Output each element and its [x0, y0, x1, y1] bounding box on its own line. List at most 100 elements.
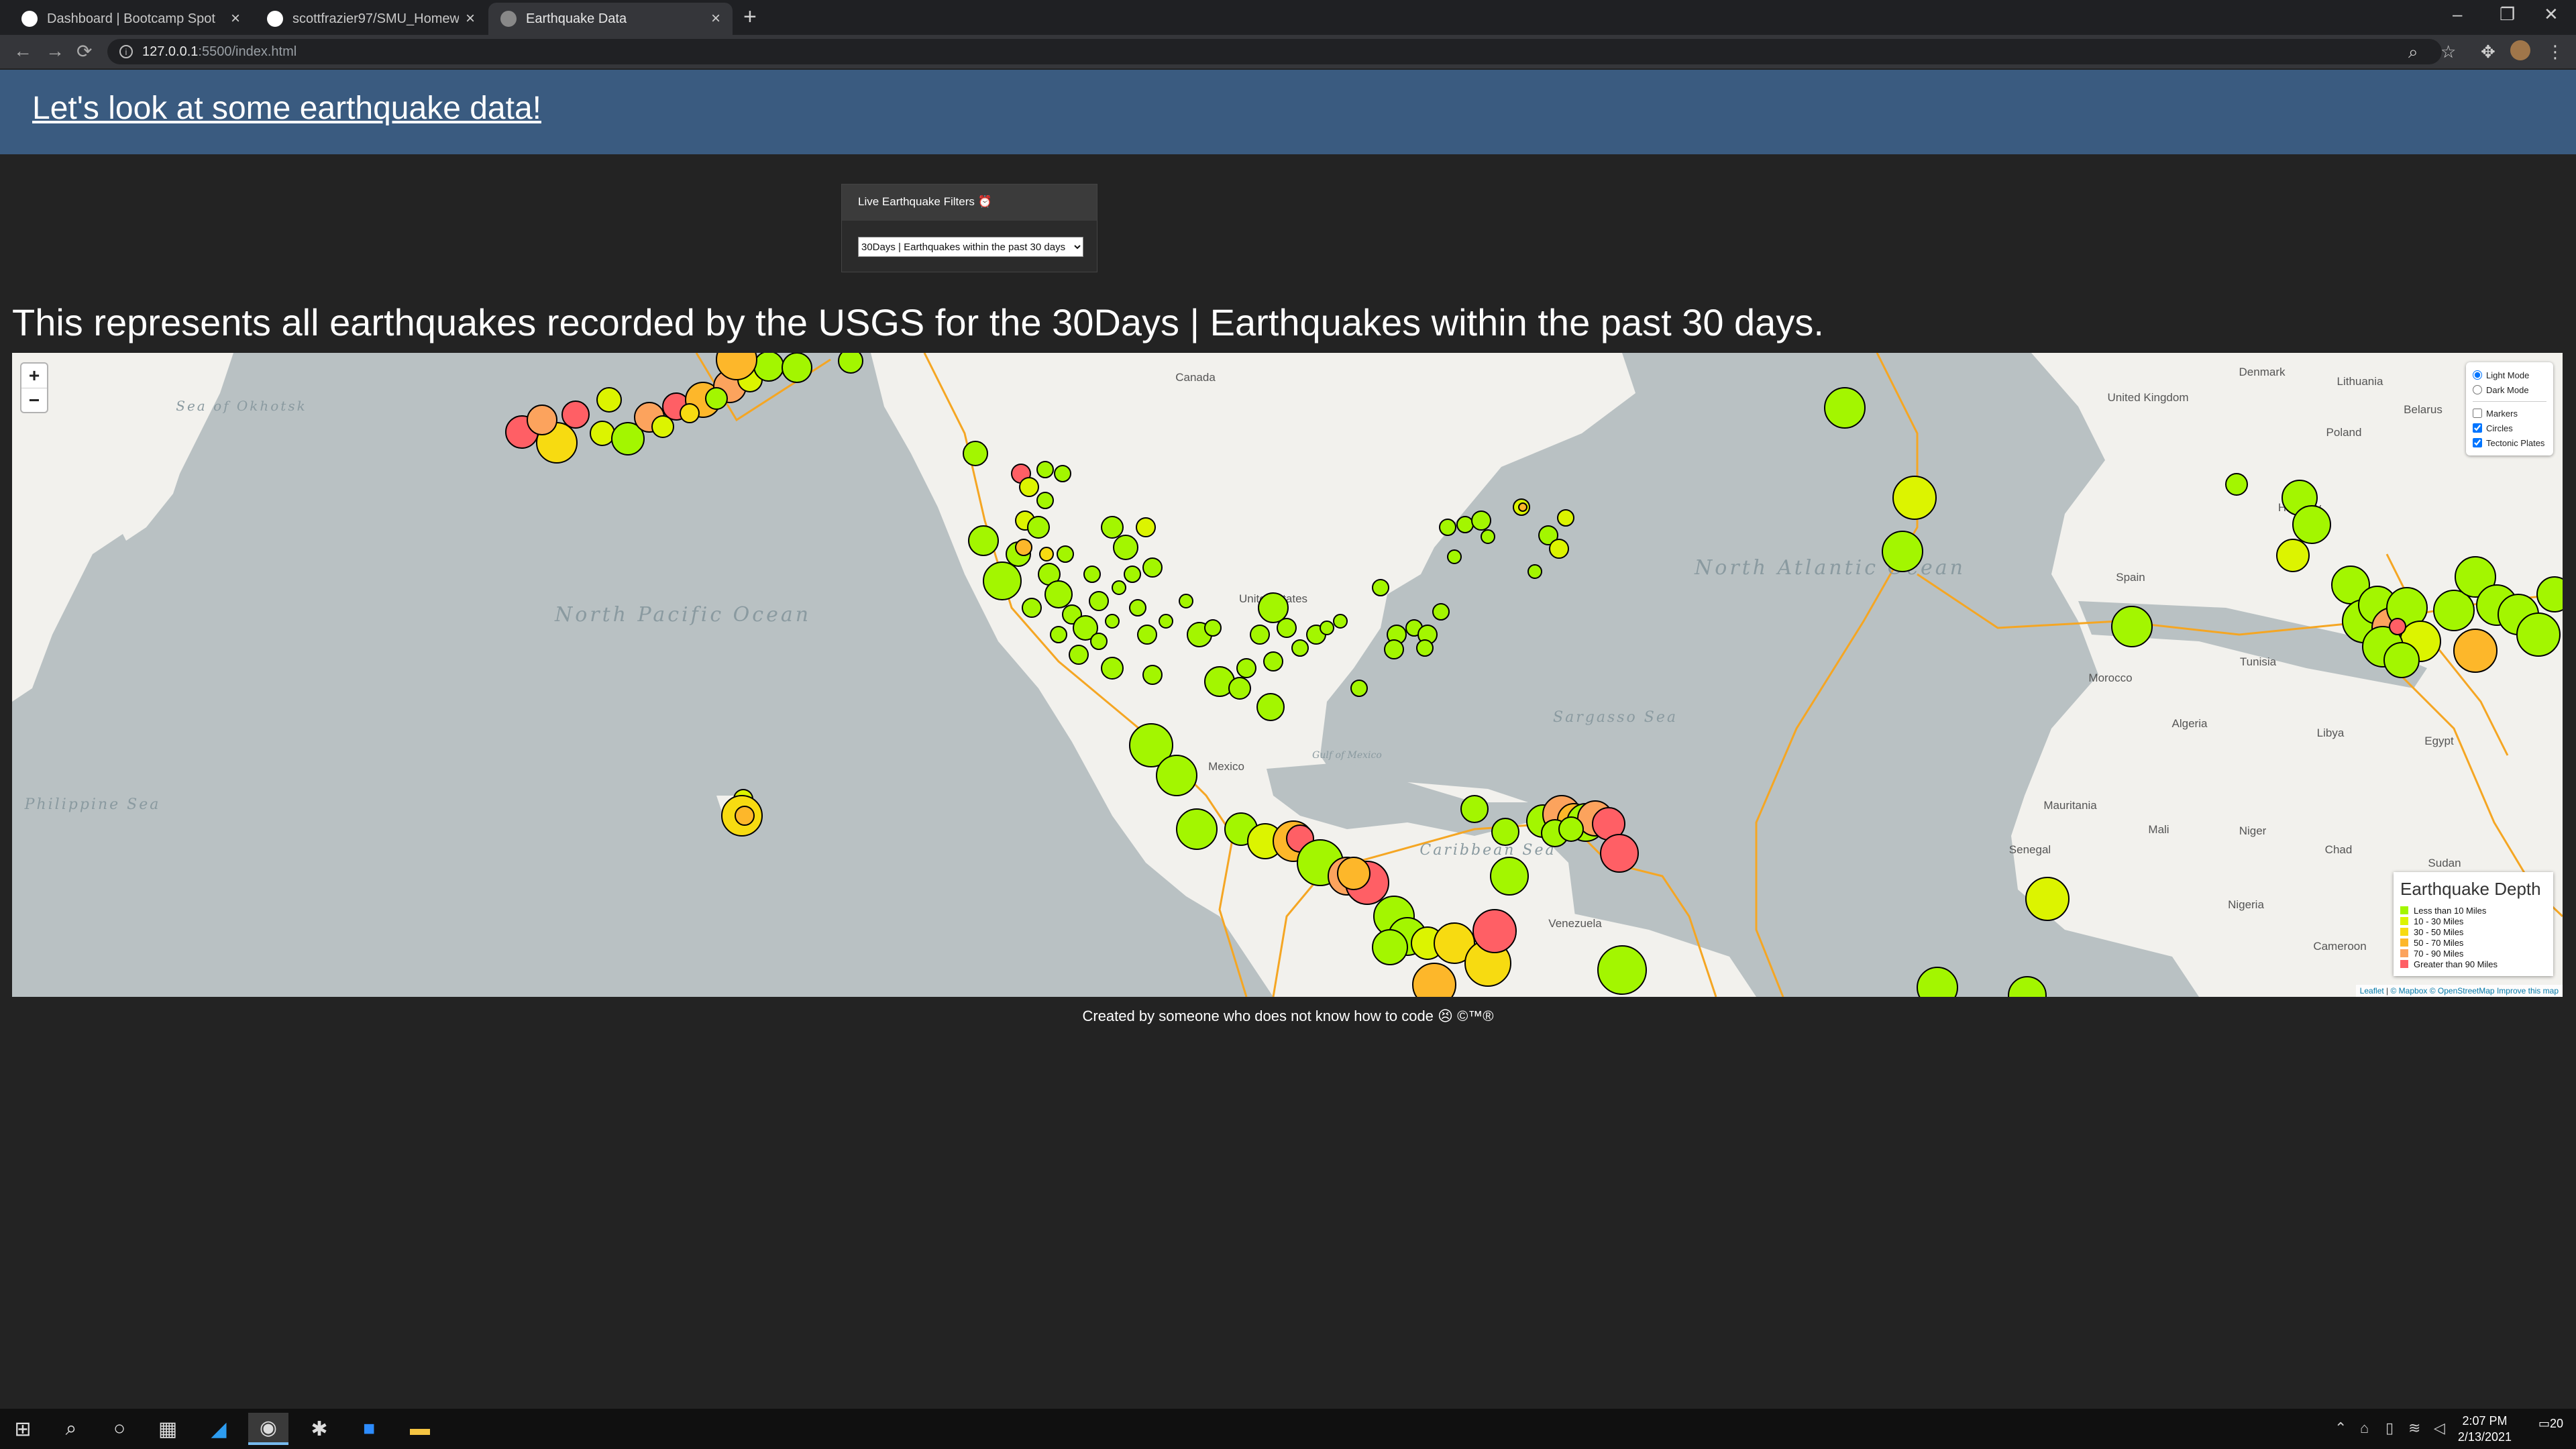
earthquake-circle [1129, 599, 1146, 616]
banner-link[interactable]: Let's look at some earthquake data! [32, 90, 541, 127]
reload-icon[interactable]: ⟳ [76, 40, 92, 62]
earthquake-circle [1142, 665, 1163, 685]
earthquake-circle [2292, 505, 2331, 544]
file-explorer-icon[interactable]: ▬ [400, 1413, 440, 1445]
tectonic-plates-checkbox[interactable] [2473, 438, 2482, 447]
close-icon[interactable]: × [711, 9, 720, 28]
layer-tectonic-plates[interactable]: Tectonic Plates [2473, 435, 2546, 450]
wifi-icon[interactable]: ≋ [2408, 1419, 2420, 1437]
map-label: Sargasso Sea [1553, 709, 1678, 726]
layer-markers[interactable]: Markers [2473, 406, 2546, 421]
search-icon[interactable]: ⌕ [51, 1413, 91, 1445]
earthquake-circle [1892, 476, 1937, 520]
tab-earthquake[interactable]: Earthquake Data × [488, 3, 733, 35]
layer-light-mode[interactable]: Light Mode [2473, 368, 2546, 382]
map-label: Philippine Sea [24, 796, 161, 813]
restore-icon[interactable]: ❐ [2500, 4, 2515, 25]
system-clock[interactable]: 2:07 PM 2/13/2021 [2458, 1413, 2512, 1445]
earthquake-circle [2516, 612, 2561, 657]
clock-time: 2:07 PM [2462, 1414, 2508, 1428]
task-view-icon[interactable]: ▦ [148, 1413, 188, 1445]
earthquake-circle [1036, 461, 1054, 478]
map-label: Poland [2326, 426, 2362, 439]
forward-icon[interactable]: → [46, 40, 64, 62]
zoom-out-button[interactable]: − [21, 388, 47, 412]
battery-icon[interactable]: ▯ [2385, 1419, 2394, 1437]
earthquake-circle [1112, 580, 1126, 595]
layers-control: Light Mode Dark Mode Markers Circles Tec… [2466, 362, 2553, 455]
map-label: Lithuania [2337, 375, 2383, 388]
map-label: Gulf of Mexico [1312, 750, 1382, 761]
legend-swatch [2400, 906, 2408, 914]
layer-label: Circles [2486, 423, 2513, 433]
cortana-icon[interactable]: ○ [99, 1413, 140, 1445]
zoom-control: + − [20, 362, 48, 413]
earthquake-map[interactable]: Sea of Okhotsk North Pacific Ocean Phili… [12, 353, 2563, 997]
layer-circles[interactable]: Circles [2473, 421, 2546, 435]
earthquake-circle [1447, 549, 1462, 564]
volume-icon[interactable]: ◁ [2434, 1419, 2445, 1437]
zoom-app-icon[interactable]: ■ [349, 1413, 389, 1445]
earthquake-circle [968, 525, 999, 556]
map-label: Belarus [2404, 403, 2443, 416]
minimize-icon[interactable]: – [2453, 4, 2462, 25]
extensions-icon[interactable]: ✥ [2481, 42, 2496, 62]
legend-swatch [2400, 917, 2408, 925]
slack-icon[interactable]: ✱ [299, 1413, 339, 1445]
close-icon[interactable]: × [466, 9, 475, 28]
map-canvas: Sea of Okhotsk North Pacific Ocean Phili… [12, 353, 2563, 997]
layer-label: Tectonic Plates [2486, 437, 2545, 448]
map-label: Denmark [2239, 366, 2286, 378]
earthquake-circle [1089, 591, 1109, 611]
legend-swatch [2400, 938, 2408, 947]
avatar[interactable] [2510, 40, 2530, 60]
layer-label: Markers [2486, 408, 2518, 419]
network-icon[interactable]: ⌂ [2360, 1419, 2369, 1437]
earthquake-circle [1136, 517, 1156, 537]
dark-mode-radio[interactable] [2473, 385, 2482, 394]
leaflet-link[interactable]: Leaflet [2360, 986, 2384, 996]
earthquake-circle [1439, 519, 1456, 536]
info-icon[interactable]: i [119, 45, 133, 58]
tectonic-plate-line [1755, 353, 1919, 997]
improve-map-link[interactable]: Improve this map [2497, 986, 2559, 996]
tray-chevron-icon[interactable]: ⌃ [2334, 1419, 2347, 1437]
layer-dark-mode[interactable]: Dark Mode [2473, 382, 2546, 397]
zoom-icon[interactable]: ⌕ [2408, 42, 2418, 63]
layer-label: Dark Mode [2486, 384, 2529, 395]
new-tab-button[interactable]: + [743, 4, 757, 30]
window-close-icon[interactable]: ✕ [2544, 4, 2559, 25]
earthquake-circle [1044, 580, 1073, 608]
mapbox-link[interactable]: © Mapbox [2391, 986, 2428, 996]
chrome-icon[interactable]: ◉ [248, 1413, 288, 1445]
back-icon[interactable]: ← [13, 40, 32, 62]
earthquake-circle [1015, 539, 1032, 556]
light-mode-radio[interactable] [2473, 370, 2482, 380]
close-icon[interactable]: × [231, 9, 240, 28]
start-icon[interactable]: ⊞ [3, 1413, 43, 1445]
osm-link[interactable]: © OpenStreetMap [2430, 986, 2495, 996]
earthquake-circle [1824, 387, 1866, 429]
notifications-icon[interactable]: ▭20 [2538, 1417, 2563, 1431]
earthquake-circle [1432, 603, 1450, 621]
earthquake-circle [1236, 658, 1256, 678]
timeframe-select[interactable]: 30Days | Earthquakes within the past 30 … [858, 237, 1083, 257]
page-banner: Let's look at some earthquake data! [0, 70, 2576, 154]
map-label: Algeria [2172, 717, 2208, 730]
address-bar[interactable]: i 127.0.0.1 :5500/index.html [107, 39, 2442, 64]
zoom-in-button[interactable]: + [21, 364, 47, 388]
earthquake-circle [1022, 598, 1042, 618]
earthquake-circle [1263, 651, 1283, 672]
vscode-icon[interactable]: ◢ [199, 1413, 239, 1445]
circles-checkbox[interactable] [2473, 423, 2482, 433]
star-icon[interactable]: ☆ [2440, 42, 2456, 62]
filters-title: Live Earthquake Filters ⏰ [842, 184, 1097, 221]
markers-checkbox[interactable] [2473, 409, 2482, 418]
tab-bootcamp[interactable]: Dashboard | Bootcamp Spot × [9, 3, 252, 35]
earthquake-circle [1320, 621, 1334, 635]
map-attribution: Leaflet | © Mapbox © OpenStreetMap Impro… [2355, 985, 2563, 997]
tab-github[interactable]: scottfrazier97/SMU_Homework_ × [255, 3, 487, 35]
map-label: Morocco [2088, 672, 2132, 684]
earthquake-circle [1039, 547, 1054, 561]
menu-icon[interactable]: ⋮ [2546, 42, 2564, 62]
